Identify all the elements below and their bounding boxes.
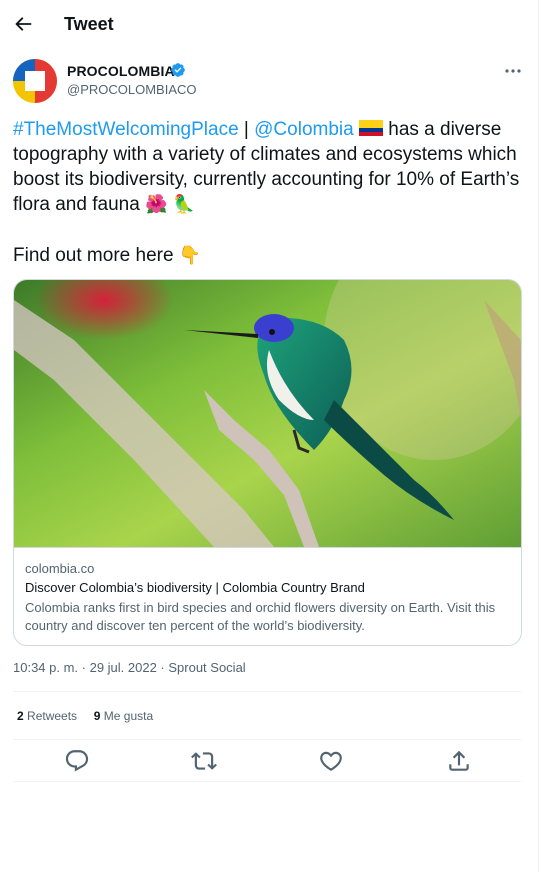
hashtag-link[interactable]: #TheMostWelcomingPlace <box>13 119 239 140</box>
card-divider <box>14 547 521 548</box>
card-domain: colombia.co <box>25 561 95 576</box>
author-name[interactable]: PROCOLOMBIA <box>67 63 175 79</box>
retweets-stat[interactable]: 2 Retweets <box>17 709 77 723</box>
divider <box>13 739 521 740</box>
find-out-text: Find out more here 👇 <box>13 243 201 268</box>
avatar[interactable] <box>13 59 57 103</box>
share-icon[interactable] <box>446 748 472 774</box>
engagement-stats: 2 Retweets 9 Me gusta <box>17 709 153 723</box>
author-handle[interactable]: @PROCOLOMBIACO <box>67 82 197 97</box>
divider <box>13 691 521 692</box>
tweet-page: Tweet PROCOLOMBIA @PROCOLOMBIACO #TheMos… <box>0 0 539 872</box>
parrot-emoji: 🦜 <box>172 194 196 215</box>
hibiscus-emoji: 🌺 <box>145 194 168 215</box>
text-separator: | <box>238 119 255 140</box>
likes-stat[interactable]: 9 Me gusta <box>94 709 153 723</box>
pointing-down-emoji: 👇 <box>178 245 202 266</box>
card-title: Discover Colombia’s biodiversity | Colom… <box>25 580 365 595</box>
colombia-flag-icon <box>358 120 383 136</box>
tweet-text: #TheMostWelcomingPlace | @Colombia has a… <box>13 117 525 217</box>
tweet-timestamp[interactable]: 10:34 p. m. · 29 jul. 2022 · Sprout Soci… <box>13 660 246 675</box>
find-out-label: Find out more here <box>13 245 179 266</box>
link-card[interactable]: colombia.co Discover Colombia’s biodiver… <box>13 279 522 646</box>
divider <box>13 781 521 782</box>
verified-badge-icon <box>171 63 185 77</box>
like-icon[interactable] <box>318 748 344 774</box>
back-arrow-icon[interactable] <box>12 13 34 35</box>
more-options-icon[interactable] <box>504 62 522 80</box>
mention-link[interactable]: @Colombia <box>254 119 354 140</box>
page-title: Tweet <box>64 14 114 34</box>
hummingbird-image <box>14 280 521 547</box>
reply-icon[interactable] <box>64 748 90 774</box>
card-description: Colombia ranks first in bird species and… <box>25 600 496 633</box>
top-bar: Tweet <box>0 0 538 50</box>
retweet-icon[interactable] <box>191 748 217 774</box>
action-bar <box>0 748 538 774</box>
